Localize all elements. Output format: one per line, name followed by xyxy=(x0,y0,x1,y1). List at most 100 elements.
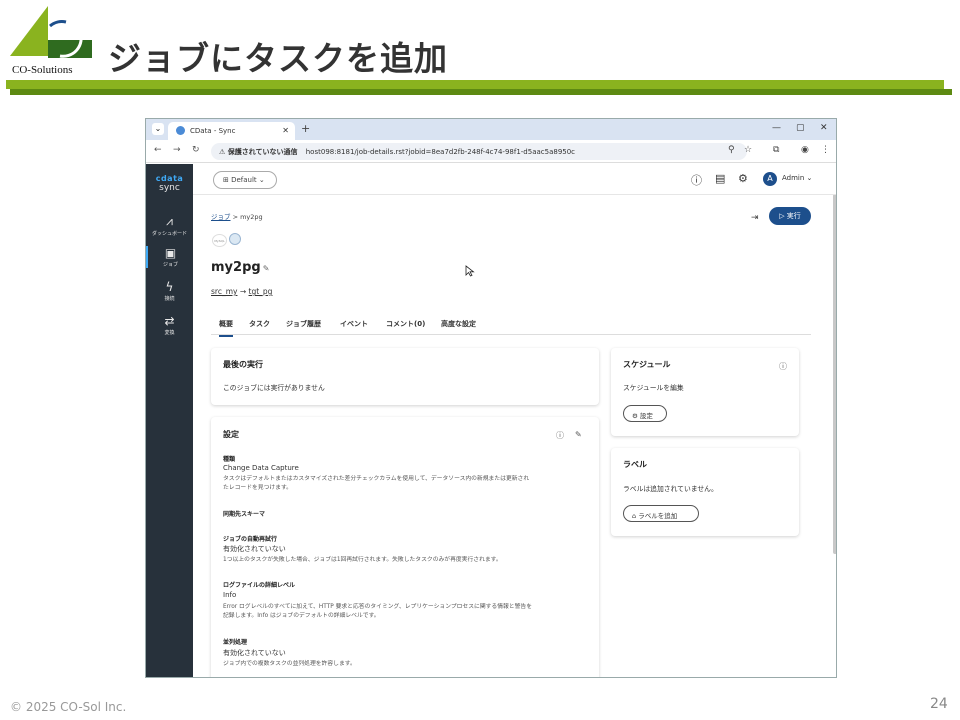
add-label-button[interactable]: ⌂ ラベルを追加 xyxy=(623,505,699,522)
labels-message: ラベルは追加されていません。 xyxy=(623,485,718,493)
job-tabs: 概要 タスク ジョブ履歴 イベント コメント(0) 高度な設定 xyxy=(211,315,811,337)
sidebar-item-jobs[interactable]: ▣ ジョブ xyxy=(146,246,193,268)
log-desc-1: Error ログレベルのすべてに加えて、HTTP 要求と応答のタイミング、レプリ… xyxy=(223,604,532,610)
brand-cdata: cdata xyxy=(155,174,184,183)
sidebar-item-label: ダッシュボード xyxy=(151,231,187,237)
address-bar-row: ← → ↻ ⚠ 保護されていない通信 host098:8181/job-deta… xyxy=(146,140,836,163)
retry-label: ジョブの自動再試行 xyxy=(223,536,278,543)
chart-icon: ⩘ xyxy=(166,214,173,228)
sidebar-item-connections[interactable]: ϟ 接続 xyxy=(146,280,193,302)
type-desc-2: たレコードを見つけます。 xyxy=(223,485,292,491)
type-desc-1: タスクはデフォルトまたはカスタマイズされた差分チェックカラムを使用して、データソ… xyxy=(223,476,530,482)
edit-icon[interactable]: ✎ xyxy=(575,430,582,439)
reload-icon[interactable]: ↻ xyxy=(192,145,200,155)
zoom-icon[interactable]: ⚲ xyxy=(728,145,735,155)
avatar[interactable]: A xyxy=(763,172,777,186)
type-label: 種類 xyxy=(223,456,236,463)
run-button[interactable]: ▷ 実行 xyxy=(769,207,811,225)
edit-name-icon[interactable]: ✎ xyxy=(263,264,270,273)
breadcrumb-current: my2pg xyxy=(240,213,263,221)
job-name: my2pg xyxy=(211,260,261,275)
arrow-right-icon: → xyxy=(239,287,249,296)
brand-sync: sync xyxy=(159,183,180,193)
tab-advanced[interactable]: 高度な設定 xyxy=(441,319,476,329)
settings-card: 設定 ⓘ ✎ 種類 Change Data Capture タスクはデフォルトま… xyxy=(211,417,599,677)
main-panel: ⊞ Default ⌄ ⓘ ▤ ⚙ A Admin ⌄ ジョブ > my2pg … xyxy=(193,164,836,677)
co-solutions-logo: CO-Solutions xyxy=(10,6,92,78)
slide-title: ジョブにタスクを追加 xyxy=(108,39,448,78)
tab-overview[interactable]: 概要 xyxy=(219,319,233,337)
new-tab-button[interactable]: + xyxy=(301,122,310,135)
url-bar[interactable]: ⚠ 保護されていない通信 host098:8181/job-details.rs… xyxy=(211,143,747,160)
forward-icon[interactable]: → xyxy=(173,145,181,155)
top-bar: ⊞ Default ⌄ ⓘ ▤ ⚙ A Admin ⌄ xyxy=(193,164,836,195)
connector-logos: MySQL xyxy=(211,231,243,247)
docs-book-icon[interactable]: ▤ xyxy=(715,172,725,185)
insecure-badge[interactable]: ⚠ 保護されていない通信 xyxy=(219,148,298,156)
tab-search-button[interactable]: ⌄ xyxy=(152,123,164,135)
help-icon[interactable]: ⓘ xyxy=(556,430,564,441)
maximize-icon[interactable]: ▢ xyxy=(796,123,805,133)
page-number: 24 xyxy=(930,696,948,712)
tab-history[interactable]: ジョブ履歴 xyxy=(286,319,321,329)
last-run-card: 最後の実行 このジョブには実行がありません xyxy=(211,348,599,405)
svg-text:CO-Solutions: CO-Solutions xyxy=(12,64,73,76)
source-link[interactable]: src_my xyxy=(211,287,237,296)
retry-value: 有効化されていない xyxy=(223,545,286,553)
log-label: ログファイルの詳細レベル xyxy=(223,582,296,589)
back-icon[interactable]: ← xyxy=(154,145,162,155)
schedule-card: スケジュール ⓘ スケジュールを編集 ⚙ 設定 xyxy=(611,348,799,436)
tab-tasks[interactable]: タスク xyxy=(249,319,270,329)
cdata-sync-app: cdata sync ⩘ ダッシュボード ▣ ジョブ ϟ 接続 ⇄ 変換 ⊞ D… xyxy=(146,164,836,677)
help-icon[interactable]: ⓘ xyxy=(691,172,702,188)
target-link[interactable]: tgt_pg xyxy=(249,287,273,296)
parallel-label: 並列処理 xyxy=(223,639,248,646)
run-label: 実行 xyxy=(786,212,801,220)
breadcrumb-jobs-link[interactable]: ジョブ xyxy=(211,213,231,221)
header-bar-shadow xyxy=(10,89,952,95)
minimize-icon[interactable]: — xyxy=(772,123,781,133)
tab-close-icon[interactable]: ✕ xyxy=(282,126,289,135)
tab-title: CData - Sync xyxy=(190,127,236,135)
sidebar-item-label: 接続 xyxy=(164,296,175,302)
user-name: Admin xyxy=(782,174,805,182)
retry-desc: 1つ以上のタスクが失敗した場合、ジョブは1回再試行されます。失敗したタスクのみが… xyxy=(223,557,502,563)
browser-window: ⌄ CData - Sync ✕ + — ▢ ✕ ← → ↻ ⚠ 保護されていな… xyxy=(145,118,837,678)
workspace-select[interactable]: ⊞ Default ⌄ xyxy=(213,171,277,189)
breadcrumb: ジョブ > my2pg xyxy=(211,211,263,221)
help-icon[interactable]: ⓘ xyxy=(779,361,787,372)
bolt-icon: ϟ xyxy=(165,280,174,294)
parallel-desc: ジョブ内での複数タスクの並列処理を許容します。 xyxy=(223,661,356,667)
bookmark-star-icon[interactable]: ☆ xyxy=(744,145,752,155)
sidebar-item-label: 変換 xyxy=(164,330,175,336)
user-menu[interactable]: Admin ⌄ xyxy=(782,174,812,182)
cdata-favicon-icon xyxy=(176,126,185,135)
brand: cdata sync xyxy=(146,174,193,193)
browser-tab[interactable]: CData - Sync ✕ xyxy=(168,122,295,140)
export-icon[interactable]: ⇥ xyxy=(751,213,759,223)
scrollbar[interactable] xyxy=(833,194,836,554)
chevron-down-icon: ⌄ xyxy=(256,176,265,184)
sidebar-item-label: ジョブ xyxy=(162,262,178,268)
labels-title: ラベル xyxy=(623,460,647,469)
sidebar: cdata sync ⩘ ダッシュボード ▣ ジョブ ϟ 接続 ⇄ 変換 xyxy=(146,164,193,677)
last-run-title: 最後の実行 xyxy=(223,360,263,369)
sidebar-item-transform[interactable]: ⇄ 変換 xyxy=(146,314,193,336)
breadcrumb-separator: > xyxy=(232,213,241,221)
tab-events[interactable]: イベント xyxy=(340,319,368,329)
profile-icon[interactable]: ◉ xyxy=(801,145,809,155)
copyright: © 2025 CO-Sol Inc. xyxy=(10,700,127,714)
browser-menu-icon[interactable]: ⋮ xyxy=(821,145,830,155)
gear-icon: ⚙ xyxy=(632,412,640,420)
schedule-edit-text: スケジュールを編集 xyxy=(623,384,684,392)
briefcase-icon: ▣ xyxy=(164,246,177,260)
gear-icon[interactable]: ⚙ xyxy=(738,172,748,185)
schedule-settings-button[interactable]: ⚙ 設定 xyxy=(623,405,667,422)
extensions-icon[interactable]: ⧉ xyxy=(773,145,779,155)
workspace-value: Default xyxy=(231,176,257,184)
sidebar-item-dashboard[interactable]: ⩘ ダッシュボード xyxy=(146,214,193,237)
schedule-button-label: 設定 xyxy=(639,412,653,420)
schema-label: 同期先スキーマ xyxy=(223,511,266,518)
tab-comments[interactable]: コメント(0) xyxy=(386,319,425,329)
close-window-icon[interactable]: ✕ xyxy=(820,123,828,133)
